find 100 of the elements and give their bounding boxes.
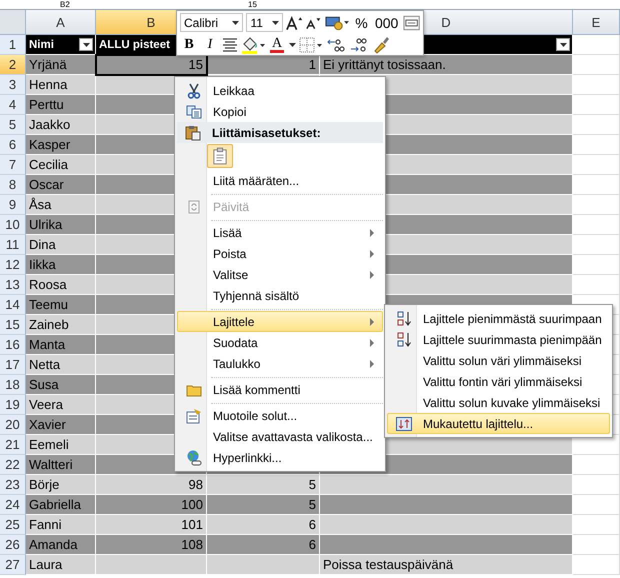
sort-icon [396, 310, 412, 326]
font-size-field[interactable]: 11 [246, 13, 284, 32]
table-cell: 15 [96, 55, 207, 75]
filter-dropdown[interactable] [556, 38, 570, 51]
name-box[interactable]: B2 [0, 0, 120, 9]
menu-item[interactable]: Valittu solun väri ylimmäiseksi [387, 350, 610, 371]
row-header[interactable]: 26 [0, 535, 26, 555]
menu-item[interactable]: Lajittele pienimmästä suurimpaan [387, 308, 610, 329]
menu-item[interactable]: Poista [177, 243, 383, 264]
table-cell: Börje [26, 475, 96, 495]
menu-item[interactable]: Lisää kommentti [177, 379, 383, 400]
menu-item[interactable]: Lisää [177, 222, 383, 243]
clipboard-icon [213, 147, 227, 165]
row-header[interactable]: 13 [0, 275, 26, 295]
row-header[interactable]: 20 [0, 415, 26, 435]
percent-button[interactable]: % [352, 12, 370, 32]
row-header[interactable]: 14 [0, 295, 26, 315]
table-cell: 6 [207, 515, 320, 535]
table-cell: 100 [96, 495, 207, 515]
table-cell: Åsa [26, 195, 96, 215]
row-header[interactable]: 7 [0, 155, 26, 175]
row-header[interactable]: 19 [0, 395, 26, 415]
menu-section-header: Liittämisasetukset: [211, 126, 321, 140]
format-painter-icon[interactable] [372, 36, 390, 54]
row-header[interactable]: 25 [0, 515, 26, 535]
menu-item[interactable]: Tyhjennä sisältö [177, 285, 383, 306]
row-header[interactable]: 16 [0, 335, 26, 355]
bold-button[interactable]: B [180, 34, 198, 54]
fill-color-icon[interactable] [241, 36, 265, 54]
row-header[interactable]: 23 [0, 475, 26, 495]
row-header[interactable]: 12 [0, 255, 26, 275]
row-header[interactable]: 10 [0, 215, 26, 235]
table-cell: 5 [207, 495, 320, 515]
menu-item[interactable]: Valitse avattavasta valikosta... [177, 426, 383, 447]
menu-item[interactable]: Leikkaa [177, 80, 383, 101]
caret-icon [560, 42, 566, 46]
row-header[interactable]: 5 [0, 115, 26, 135]
menu-item[interactable]: Muotoile solut... [177, 405, 383, 426]
font-color-button[interactable]: A [268, 34, 286, 54]
table-cell: Gabriella [26, 495, 96, 515]
column-header[interactable]: A [26, 10, 96, 35]
row-header[interactable]: 24 [0, 495, 26, 515]
table-cell: Ei yrittänyt tosissaan. [320, 55, 573, 75]
font-name-field[interactable]: Calibri [180, 13, 244, 32]
table-cell: Ulrika [26, 215, 96, 235]
row-header[interactable]: 2 [0, 55, 26, 75]
row-header[interactable]: 18 [0, 375, 26, 395]
thousands-button[interactable]: 000 [373, 12, 400, 32]
row-header[interactable]: 27 [0, 555, 26, 575]
row-header[interactable]: 6 [0, 135, 26, 155]
menu-item[interactable]: Mukautettu lajittelu... [387, 413, 610, 434]
decrease-decimal-icon[interactable] [349, 36, 369, 52]
row-header[interactable]: 17 [0, 355, 26, 375]
scissors-icon [187, 82, 201, 98]
grow-font-icon[interactable] [286, 14, 304, 30]
caret-icon[interactable] [289, 42, 296, 46]
menu-item[interactable]: Suodata [177, 332, 383, 353]
table-cell: Poissa testauspäivänä [320, 555, 573, 575]
row-header[interactable]: 22 [0, 455, 26, 475]
menu-item[interactable]: Taulukko [177, 353, 383, 374]
row-header[interactable]: 11 [0, 235, 26, 255]
merge-cells-icon[interactable] [402, 14, 420, 30]
accounting-format-icon[interactable] [324, 14, 350, 30]
menu-item[interactable]: Valittu solun kuvake ylimmäiseksi [387, 392, 610, 413]
center-align-icon[interactable] [222, 38, 238, 52]
increase-decimal-icon[interactable] [326, 36, 346, 52]
table-cell: 6 [207, 535, 320, 555]
table-cell: Manta [26, 335, 96, 355]
menu-item[interactable]: Hyperlinkki... [177, 447, 383, 468]
row-header[interactable]: 8 [0, 175, 26, 195]
paste-option-button[interactable] [207, 144, 233, 168]
filter-dropdown[interactable] [79, 38, 93, 51]
formula-value[interactable]: 15 [248, 0, 257, 9]
table-cell: Kasper [26, 135, 96, 155]
menu-item[interactable]: Valitse [177, 264, 383, 285]
table-cell: 108 [96, 535, 207, 555]
caret-icon [82, 42, 90, 46]
menu-item[interactable]: Lajittele [177, 311, 383, 332]
menu-item[interactable]: Liitä määräten... [177, 170, 383, 191]
row-header[interactable]: 1 [0, 35, 26, 55]
row-header[interactable]: 21 [0, 435, 26, 455]
column-header[interactable]: E [573, 10, 620, 35]
row-header[interactable]: 15 [0, 315, 26, 335]
menu-item[interactable]: Valittu fontin väri ylimmäiseksi [387, 371, 610, 392]
table-cell: Roosa [26, 275, 96, 295]
row-header[interactable]: 3 [0, 75, 26, 95]
row-header[interactable]: 4 [0, 95, 26, 115]
menu-item[interactable]: Lajittele suurimmasta pienimpään [387, 329, 610, 350]
table-cell: Susa [26, 375, 96, 395]
table-cell: Jaakko [26, 115, 96, 135]
table-cell: 101 [96, 515, 207, 535]
format-cells-icon [186, 408, 202, 424]
refresh-icon [188, 200, 200, 214]
table-cell: Oscar [26, 175, 96, 195]
shrink-font-icon[interactable] [306, 16, 322, 30]
table-cell: Xavier [26, 415, 96, 435]
table-cell: Amanda [26, 535, 96, 555]
table-cell: Zaineb [26, 315, 96, 335]
row-header[interactable]: 9 [0, 195, 26, 215]
menu-item[interactable]: Kopioi [177, 101, 383, 122]
